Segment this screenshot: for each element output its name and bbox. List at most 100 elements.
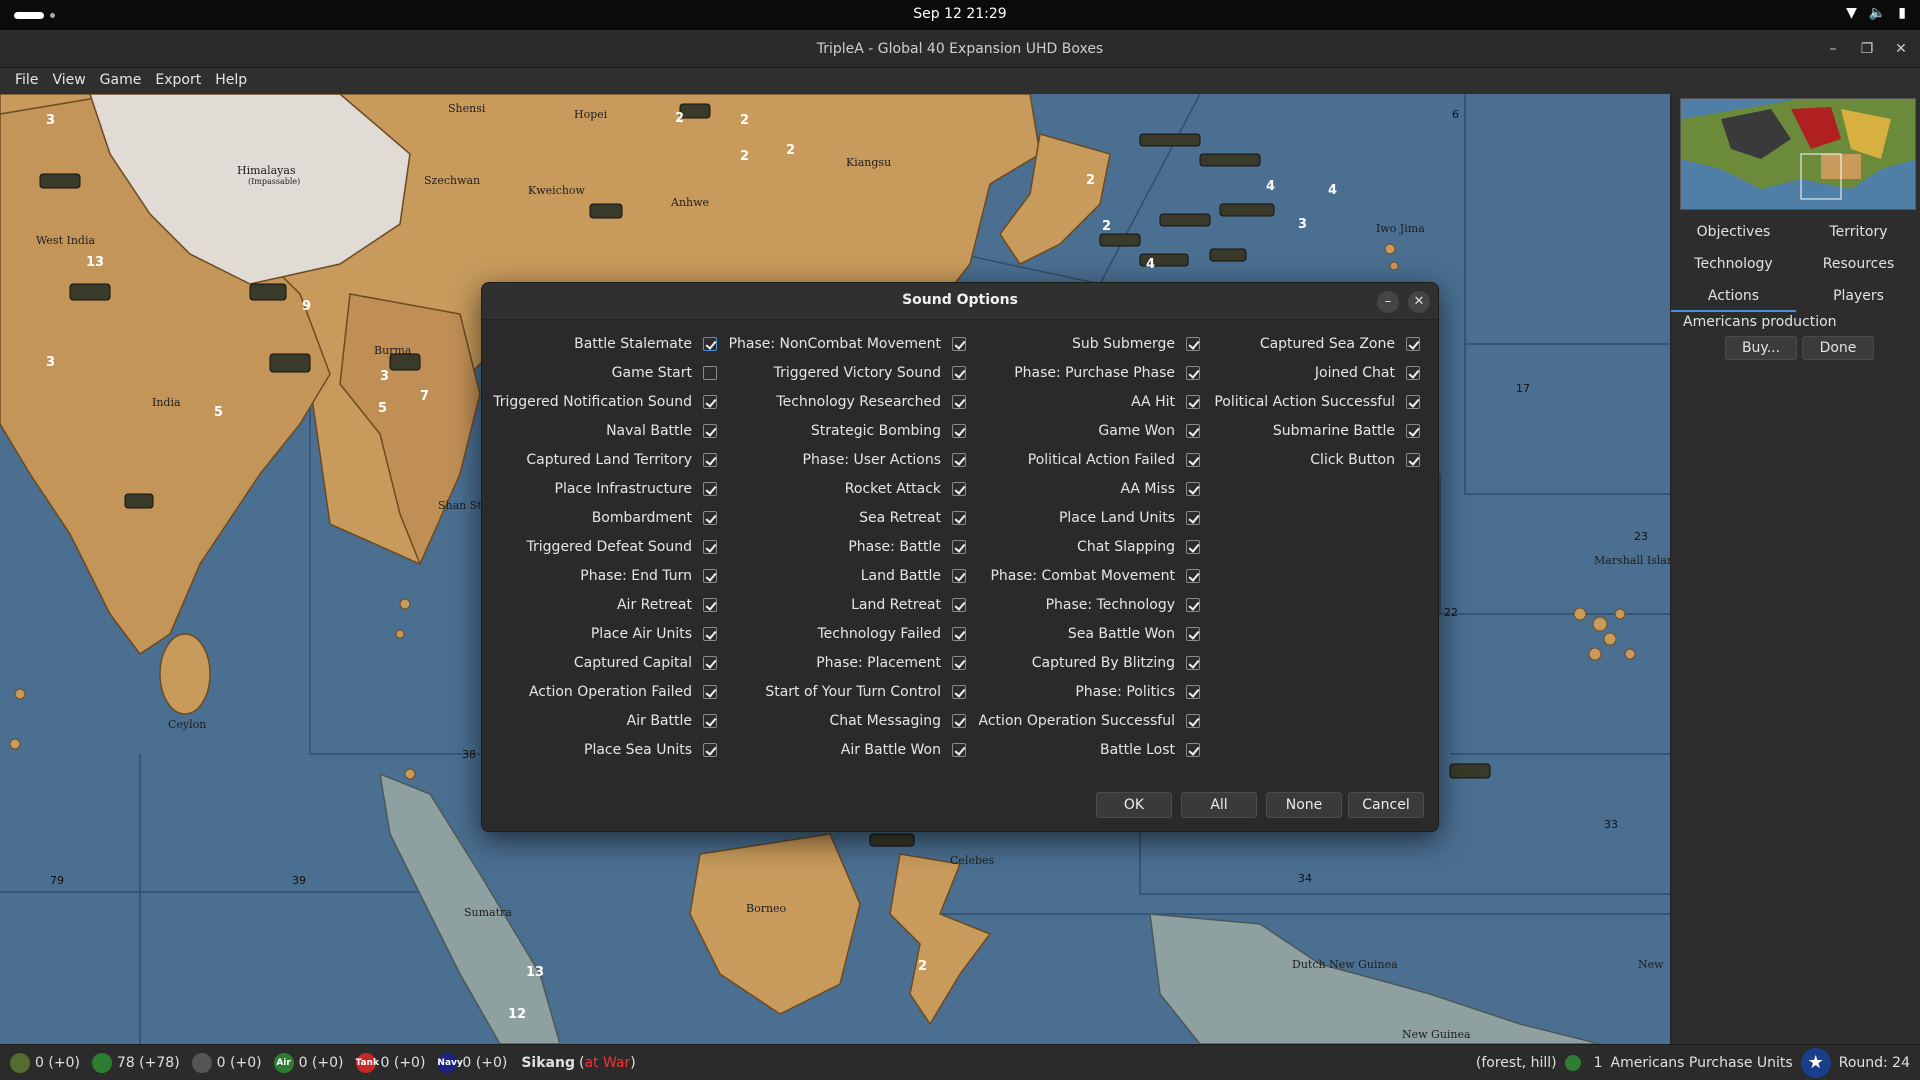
menu-game[interactable]: Game [93,68,149,94]
sound-option[interactable]: Sea Battle Won [1068,624,1200,644]
sound-option-checkbox[interactable] [703,627,717,641]
tab-actions[interactable]: Actions [1671,282,1796,312]
sound-option-checkbox[interactable] [952,598,966,612]
sound-option[interactable]: Captured Land Territory [526,450,717,470]
sound-option[interactable]: Phase: User Actions [803,450,966,470]
sound-option[interactable]: Triggered Defeat Sound [527,537,717,557]
sound-option-checkbox[interactable] [1186,337,1200,351]
sound-option-checkbox[interactable] [952,482,966,496]
sound-option-checkbox[interactable] [703,540,717,554]
sound-option[interactable]: Political Action Successful [1214,392,1420,412]
dialog-minimize-icon[interactable]: – [1377,291,1399,313]
menu-help[interactable]: Help [208,68,254,94]
sound-option[interactable]: Start of Your Turn Control [765,682,966,702]
sound-option-checkbox[interactable] [952,453,966,467]
sound-option-checkbox[interactable] [703,598,717,612]
minimize-icon[interactable]: – [1822,38,1844,60]
sound-option-checkbox[interactable] [952,424,966,438]
sound-option[interactable]: Captured By Blitzing [1032,653,1200,673]
sound-option-checkbox[interactable] [703,511,717,525]
menu-file[interactable]: File [8,68,45,94]
sound-option[interactable]: Place Sea Units [584,740,717,760]
sound-option-checkbox[interactable] [703,366,717,380]
sound-option-checkbox[interactable] [703,569,717,583]
sound-option-checkbox[interactable] [1186,569,1200,583]
sound-option-checkbox[interactable] [703,714,717,728]
sound-option-checkbox[interactable] [952,366,966,380]
sound-option-checkbox[interactable] [952,743,966,757]
sound-option[interactable]: Action Operation Failed [529,682,717,702]
sound-option-checkbox[interactable] [703,395,717,409]
sound-option[interactable]: Technology Failed [818,624,966,644]
buy-button[interactable]: Buy... [1725,336,1797,360]
sound-option-checkbox[interactable] [1186,482,1200,496]
menu-export[interactable]: Export [148,68,208,94]
sound-option[interactable]: Chat Slapping [1077,537,1200,557]
sound-option-checkbox[interactable] [952,337,966,351]
sound-option[interactable]: Place Air Units [591,624,717,644]
sound-option[interactable]: Sub Submerge [1072,334,1200,354]
sound-option[interactable]: Land Battle [861,566,966,586]
sound-option[interactable]: Rocket Attack [845,479,966,499]
tab-technology[interactable]: Technology [1671,250,1796,278]
sound-option[interactable]: Phase: End Turn [580,566,717,586]
all-button[interactable]: All [1181,792,1257,818]
sound-option[interactable]: Action Operation Successful [979,711,1200,731]
sound-option-checkbox[interactable] [952,540,966,554]
sound-option-checkbox[interactable] [1186,395,1200,409]
sound-option-checkbox[interactable] [703,424,717,438]
sound-option-checkbox[interactable] [1186,511,1200,525]
sound-option-checkbox[interactable] [703,656,717,670]
done-button[interactable]: Done [1802,336,1874,360]
sound-option[interactable]: AA Miss [1120,479,1200,499]
sound-option[interactable]: Battle Stalemate [574,334,717,354]
sound-option-checkbox[interactable] [952,511,966,525]
sound-option[interactable]: Game Won [1098,421,1200,441]
sound-option[interactable]: Bombardment [592,508,717,528]
sound-option[interactable]: Captured Sea Zone [1260,334,1420,354]
sound-option-checkbox[interactable] [703,482,717,496]
minimap[interactable] [1680,98,1916,210]
sound-option-checkbox[interactable] [1186,627,1200,641]
sound-option-checkbox[interactable] [1406,337,1420,351]
sound-option-checkbox[interactable] [952,685,966,699]
sound-option[interactable]: Place Land Units [1059,508,1200,528]
sound-option[interactable]: Phase: Technology [1046,595,1200,615]
sound-option[interactable]: Technology Researched [776,392,966,412]
sound-option-checkbox[interactable] [703,685,717,699]
sound-option-checkbox[interactable] [1186,598,1200,612]
sound-option[interactable]: Joined Chat [1315,363,1420,383]
clock[interactable]: Sep 12 21:29 [0,6,1920,22]
sound-option-checkbox[interactable] [952,656,966,670]
sound-option[interactable]: Land Retreat [851,595,966,615]
sound-option-checkbox[interactable] [703,453,717,467]
cancel-button[interactable]: Cancel [1348,792,1424,818]
sound-option-checkbox[interactable] [1186,453,1200,467]
sound-option-checkbox[interactable] [1186,656,1200,670]
sound-option[interactable]: Captured Capital [574,653,717,673]
sound-option-checkbox[interactable] [952,569,966,583]
menu-view[interactable]: View [45,68,92,94]
dialog-close-icon[interactable]: ✕ [1408,291,1430,313]
sound-option[interactable]: Sea Retreat [859,508,966,528]
sound-option-checkbox[interactable] [703,743,717,757]
sound-option[interactable]: Political Action Failed [1028,450,1200,470]
tab-objectives[interactable]: Objectives [1671,218,1796,246]
sound-option[interactable]: Air Battle Won [841,740,966,760]
tab-resources[interactable]: Resources [1796,250,1920,278]
sound-option[interactable]: AA Hit [1131,392,1200,412]
sound-option[interactable]: Chat Messaging [829,711,966,731]
sound-option[interactable]: Triggered Victory Sound [774,363,966,383]
sound-option[interactable]: Phase: Purchase Phase [1014,363,1200,383]
sound-option[interactable]: Naval Battle [606,421,717,441]
sound-option[interactable]: Air Battle [627,711,717,731]
sound-option-checkbox[interactable] [952,627,966,641]
sound-option[interactable]: Air Retreat [617,595,717,615]
none-button[interactable]: None [1266,792,1342,818]
close-icon[interactable]: ✕ [1890,38,1912,60]
sound-option-checkbox[interactable] [1406,453,1420,467]
system-tray[interactable]: ▼ 🔈 ▮ [1846,5,1906,21]
sound-option[interactable]: Phase: Combat Movement [990,566,1200,586]
sound-option[interactable]: Phase: NonCombat Movement [729,334,966,354]
sound-option-checkbox[interactable] [1186,743,1200,757]
